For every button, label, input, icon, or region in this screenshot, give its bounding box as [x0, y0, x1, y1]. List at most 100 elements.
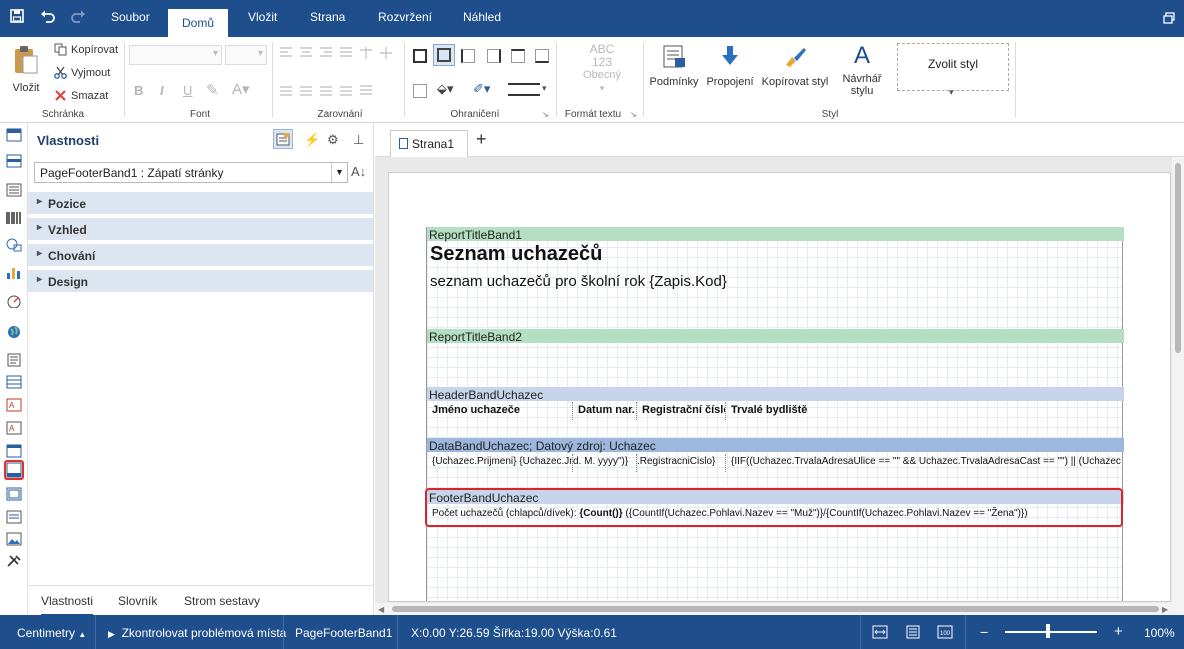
gauge-icon[interactable]	[6, 294, 22, 308]
zoom-slider-thumb[interactable]	[1046, 624, 1050, 638]
underline-icon[interactable]: U	[183, 83, 192, 98]
chevron-down-icon[interactable]: ▾	[949, 87, 954, 98]
conditions-button[interactable]: Podmínky	[648, 45, 700, 88]
units-dropdown[interactable]: Centimetry ▲	[17, 626, 86, 640]
border-bottom-icon[interactable]	[535, 49, 549, 63]
border-none-selected[interactable]	[433, 44, 455, 66]
report-title-text[interactable]: Seznam uchazečů	[430, 243, 602, 266]
fit-width-icon[interactable]	[872, 625, 888, 642]
data-cell[interactable]: d. M. yyyy")}	[573, 454, 637, 472]
align-icons-top[interactable]	[280, 46, 400, 60]
style-designer-button[interactable]: A Návrhář stylu	[837, 43, 887, 98]
properties-view-button[interactable]	[273, 129, 293, 149]
report-page[interactable]: ReportTitleBand1 Seznam uchazečů seznam …	[425, 227, 1124, 601]
category-appearance[interactable]: Vzhled	[28, 218, 373, 240]
font-family-combo[interactable]	[129, 45, 222, 65]
vertical-scroll-thumb[interactable]	[1175, 163, 1181, 353]
report-subtitle-text[interactable]: seznam uchazečů pro školní rok {Zapis.Ko…	[430, 273, 727, 290]
vertical-scrollbar[interactable]	[1172, 157, 1184, 615]
save-icon[interactable]	[10, 9, 24, 27]
tab-vlozit[interactable]: Vložit	[248, 10, 277, 24]
tab-dictionary[interactable]: Slovník	[118, 594, 157, 608]
data-cell[interactable]: {IIF((Uchazec.TrvalaAdresaUlice == "" &&…	[726, 454, 1124, 472]
border-settings-icon[interactable]	[413, 84, 427, 98]
zoom-out-button[interactable]: −	[980, 624, 988, 640]
tab-report-tree[interactable]: Strom sestavy	[184, 594, 260, 608]
map-icon[interactable]	[6, 325, 22, 339]
bold-icon[interactable]: B	[134, 83, 143, 98]
dialog-launcher-icon[interactable]: ↘	[542, 110, 549, 119]
header-cell[interactable]: Registrační číslo	[637, 402, 726, 420]
barcode-icon[interactable]	[6, 211, 22, 225]
choose-style-button[interactable]: Zvolit styl	[897, 43, 1009, 91]
table-icon[interactable]	[6, 375, 22, 389]
subreport-icon[interactable]	[6, 510, 22, 524]
border-top-icon[interactable]	[511, 49, 525, 63]
tab-strana1[interactable]: Strana1	[390, 130, 468, 157]
panel-icon[interactable]	[6, 487, 22, 501]
header-band-icon[interactable]	[6, 154, 22, 168]
paste-button[interactable]: Vložit	[8, 45, 44, 94]
data-cell[interactable]: .RegistracniCislo}	[637, 454, 726, 472]
delete-button[interactable]: Smazat	[54, 89, 108, 102]
grow-font-icon[interactable]: A▾	[232, 80, 250, 98]
check-issues-button[interactable]: ▶ Zkontrolovat problémová místa	[108, 626, 286, 640]
chart-icon[interactable]	[6, 266, 22, 280]
border-left-icon[interactable]	[461, 49, 475, 63]
category-behavior[interactable]: Chování	[28, 244, 373, 266]
cut-button[interactable]: Vyjmout	[54, 66, 110, 79]
dialog-launcher-icon[interactable]: ↘	[630, 110, 637, 119]
page-footer-band-tool-selected[interactable]	[4, 460, 24, 480]
font-size-combo[interactable]	[225, 45, 267, 65]
border-color-icon[interactable]: ✐▾	[473, 81, 490, 97]
band-header-report-title-2[interactable]: ReportTitleBand2	[427, 329, 1124, 344]
scroll-right-icon[interactable]: ▶	[1162, 605, 1168, 614]
header-cell[interactable]: Jméno uchazeče	[427, 402, 573, 420]
category-design[interactable]: Design	[28, 270, 373, 292]
zoom-100-icon[interactable]: 100	[937, 625, 953, 642]
data-cell[interactable]: {Uchazec.Prijmeni} {Uchazec.Jmeno}	[427, 454, 573, 472]
tab-strana[interactable]: Strana	[310, 10, 345, 24]
zoom-slider-track[interactable]	[1005, 631, 1097, 633]
band-header-data[interactable]: DataBandUchazec; Datový zdroj: Uchazec	[427, 438, 1124, 453]
restore-window-icon[interactable]	[1163, 11, 1175, 28]
align-icons-bottom[interactable]	[280, 84, 400, 98]
zoom-level[interactable]: 100%	[1144, 626, 1175, 640]
add-page-icon[interactable]: +	[476, 129, 487, 150]
text-icon[interactable]	[6, 353, 22, 367]
copy-style-button[interactable]: Kopírovat styl	[761, 45, 829, 88]
image-icon[interactable]	[6, 532, 22, 546]
shape-icon[interactable]	[6, 238, 22, 252]
pin-icon[interactable]: ⊥	[353, 132, 364, 148]
italic-icon[interactable]: I	[160, 83, 164, 98]
tab-domu[interactable]: Domů	[168, 9, 229, 37]
tab-properties[interactable]: Vlastnosti	[41, 594, 94, 616]
font-color-icon[interactable]: ✎	[206, 81, 219, 99]
events-icon[interactable]: ⚡	[304, 132, 320, 148]
tools-icon[interactable]	[6, 554, 22, 568]
page-header-band-icon[interactable]	[6, 444, 22, 458]
object-selector[interactable]: PageFooterBand1 : Zápatí stránky ▼	[34, 162, 348, 183]
category-position[interactable]: Pozice	[28, 192, 373, 214]
undo-icon[interactable]	[40, 8, 56, 28]
fill-color-icon[interactable]: ⬙▾	[437, 81, 454, 97]
report-title-band-icon[interactable]	[6, 128, 22, 142]
copy-button[interactable]: Kopírovat	[54, 43, 118, 56]
border-style-icon[interactable]	[508, 83, 540, 96]
rich-text-icon[interactable]: A	[6, 398, 22, 412]
band-header-report-title-1[interactable]: ReportTitleBand1	[427, 227, 1124, 242]
zoom-in-button[interactable]: +	[1114, 623, 1123, 640]
scroll-left-icon[interactable]: ◀	[378, 605, 384, 614]
border-right-icon[interactable]	[487, 49, 501, 63]
fit-page-icon[interactable]	[905, 625, 921, 642]
tab-rozvrzeni[interactable]: Rozvržení	[378, 10, 432, 24]
data-band-icon[interactable]	[6, 183, 22, 197]
band-header-header[interactable]: HeaderBandUchazec	[427, 387, 1124, 402]
header-cell[interactable]: Datum nar.	[573, 402, 637, 420]
border-all-icon[interactable]	[413, 49, 427, 63]
redo-icon[interactable]	[70, 8, 86, 28]
horizontal-scroll-thumb[interactable]	[392, 606, 1159, 612]
text-box-icon[interactable]: A	[6, 421, 22, 435]
chevron-down-icon[interactable]: ▾	[542, 83, 547, 94]
gear-icon[interactable]: ⚙	[327, 132, 339, 148]
